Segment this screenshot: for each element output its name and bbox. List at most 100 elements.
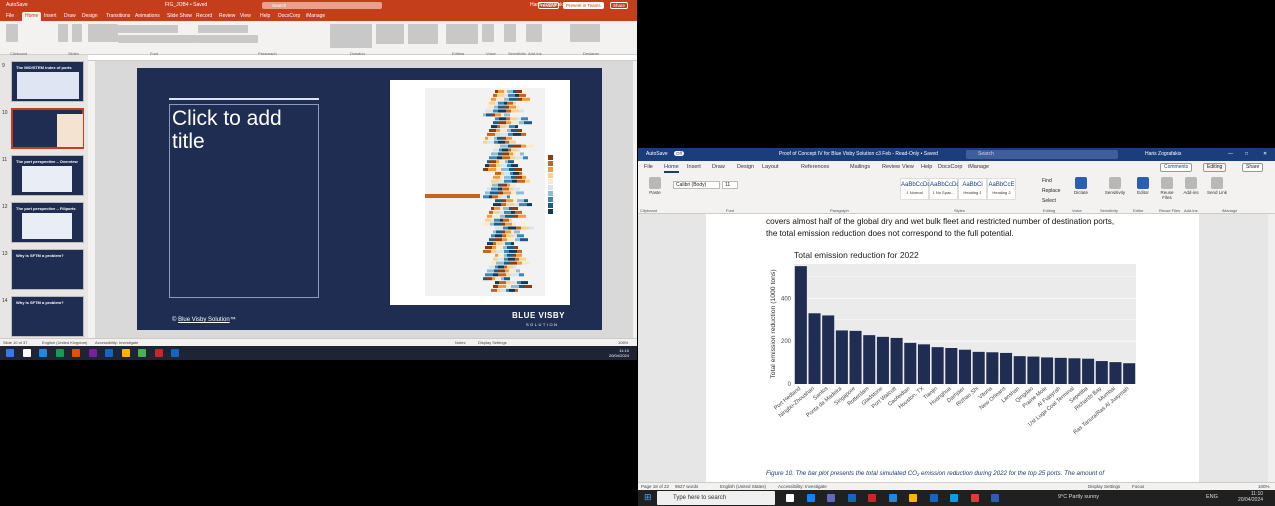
taskbar-app-icon[interactable] xyxy=(121,349,130,357)
word-tab-insert[interactable]: Insert xyxy=(687,164,701,170)
word-focus-button[interactable]: Focus xyxy=(1132,484,1144,489)
word-tab-help[interactable]: Help xyxy=(921,164,932,170)
ppt-tab-design[interactable]: Design xyxy=(82,13,98,19)
minimize-icon[interactable]: — xyxy=(1228,151,1233,157)
word-accessibility[interactable]: Accessibility: Investigate xyxy=(778,484,827,489)
ppt-tab-review[interactable]: Review xyxy=(219,13,235,19)
taskbar-app-icon[interactable] xyxy=(888,494,897,502)
editing-mode-button[interactable]: Editing xyxy=(1203,163,1227,172)
maximize-icon[interactable]: □ xyxy=(1245,151,1248,157)
ppt-tab-animations[interactable]: Animations xyxy=(135,13,160,19)
word-zoom-level[interactable]: 100% xyxy=(1258,484,1270,489)
slide-thumbnail[interactable] xyxy=(11,108,84,149)
taskbar-app-icon[interactable] xyxy=(55,349,64,357)
word-ribbon-button-paste[interactable]: Paste xyxy=(644,177,666,195)
word-search-input[interactable]: Search xyxy=(966,150,1118,159)
taskbar-app-icon[interactable] xyxy=(88,349,97,357)
word-tab-docscorp[interactable]: DocsCorp xyxy=(938,164,962,170)
word-ribbon-button-add-ins[interactable]: Add-ins xyxy=(1180,177,1202,195)
ppt-tab-record[interactable]: Record xyxy=(196,13,212,19)
close-icon[interactable]: ✕ xyxy=(1263,151,1267,157)
ppt-ribbon-control[interactable] xyxy=(198,25,248,33)
slide-thumbnail[interactable]: Why is SFTM a problem? xyxy=(11,296,84,337)
word-tab-view[interactable]: View xyxy=(902,164,914,170)
style-gallery-item[interactable]: AaBbCcDd 1 Normal xyxy=(900,178,931,200)
word-share-button[interactable]: Share xyxy=(1242,163,1264,172)
find-button[interactable]: Find xyxy=(1042,178,1052,184)
taskbar-app-icon[interactable] xyxy=(970,494,979,502)
ppt-tab-slide-show[interactable]: Slide Show xyxy=(167,13,192,19)
ppt-tab-file[interactable]: File xyxy=(6,13,14,19)
ppt-zoom-level[interactable]: 106% xyxy=(618,340,628,345)
ppt-share-button[interactable]: Share xyxy=(610,2,629,9)
taskbar-app-icon[interactable] xyxy=(991,494,999,502)
style-gallery-item[interactable]: AaBbCi Heading 1 xyxy=(958,178,987,200)
ppt-ribbon-control[interactable] xyxy=(570,24,600,42)
word-tab-references[interactable]: References xyxy=(801,164,829,170)
ppt-accessibility[interactable]: Accessibility: Investigate xyxy=(95,340,138,345)
taskbar-app-icon[interactable] xyxy=(138,349,146,357)
taskbar-app-icon[interactable] xyxy=(847,494,856,502)
ppt-tab-docscorp[interactable]: DocsCorp xyxy=(278,13,300,19)
slide-thumbnail[interactable]: The IMO/STEM index of ports xyxy=(11,61,84,102)
language-indicator[interactable]: ENG xyxy=(1206,494,1218,500)
ppt-tab-help[interactable]: Help xyxy=(260,13,270,19)
ppt-ribbon-control[interactable] xyxy=(330,24,372,48)
ppt-tab-draw[interactable]: Draw xyxy=(64,13,76,19)
replace-button[interactable]: Replace xyxy=(1042,188,1060,194)
taskbar-app-icon[interactable] xyxy=(171,349,179,357)
word-ribbon-button-editor[interactable]: Editor xyxy=(1132,177,1154,195)
slide-footer-link[interactable]: Blue Visby Solution xyxy=(178,317,230,323)
word-ribbon-button-send-link[interactable]: Send Link xyxy=(1206,177,1228,195)
ppt-ribbon-control[interactable] xyxy=(198,35,258,43)
word-tab-file[interactable]: File xyxy=(644,164,653,170)
font-name-field[interactable]: Calibri (Body) xyxy=(673,181,720,189)
ppt-tab-insert[interactable]: Insert xyxy=(44,13,57,19)
vertical-scrollbar[interactable] xyxy=(1268,214,1275,482)
taskbar-app-icon[interactable] xyxy=(950,494,958,502)
ppt-tab-view[interactable]: View xyxy=(240,13,251,19)
ppt-notes-button[interactable]: Notes xyxy=(455,340,465,345)
slide-thumbnail[interactable]: The port perspective – Fillports xyxy=(11,202,84,243)
ppt-ribbon-control[interactable] xyxy=(504,24,516,42)
ppt-autosave[interactable]: AutoSave xyxy=(6,2,28,8)
word-tab-layout[interactable]: Layout xyxy=(762,164,779,170)
taskbar-app-icon[interactable] xyxy=(806,494,815,502)
ppt-tab-imanage[interactable]: iManage xyxy=(306,13,325,19)
word-language[interactable]: English (United States) xyxy=(720,484,766,489)
taskbar-app-icon[interactable] xyxy=(22,349,31,357)
ppt-ribbon-control[interactable] xyxy=(526,24,542,42)
style-gallery-item[interactable]: AaBbCcDd 1 No Spac... xyxy=(929,178,960,200)
style-gallery-item[interactable]: AaBbCcE Heading 2 xyxy=(987,178,1016,200)
taskbar-app-icon[interactable] xyxy=(105,349,113,357)
ppt-ribbon-control[interactable] xyxy=(118,35,198,43)
ppt-ribbon-control[interactable] xyxy=(58,24,68,42)
word-tab-design[interactable]: Design xyxy=(737,164,754,170)
word-tab-home[interactable]: Home xyxy=(664,164,679,173)
ppt-tab-transitions[interactable]: Transitions xyxy=(106,13,130,19)
select-button[interactable]: Select xyxy=(1042,198,1056,204)
windows-start-icon[interactable]: ⊞ xyxy=(644,492,652,503)
ppt-display-settings[interactable]: Display Settings xyxy=(478,340,507,345)
word-autosave-toggle[interactable]: Off xyxy=(674,151,684,156)
taskbar-search-input[interactable]: Type here to search xyxy=(657,491,775,505)
word-count[interactable]: 9627 words xyxy=(675,484,698,489)
word-display-settings[interactable]: Display Settings xyxy=(1088,484,1120,489)
word-page-count[interactable]: Page 18 of 22 xyxy=(641,484,669,489)
ppt-search-input[interactable]: Search xyxy=(262,2,382,9)
slide-thumbnail[interactable]: Why is SFTM a problem? xyxy=(11,249,84,290)
ppt-ribbon-control[interactable] xyxy=(6,24,18,42)
slide-thumbnail[interactable]: The port perspective – Overview xyxy=(11,155,84,196)
ppt-ribbon-control[interactable] xyxy=(118,25,178,33)
document-body[interactable]: covers almost half of the global dry and… xyxy=(766,216,1146,240)
ppt-ribbon-control[interactable] xyxy=(408,24,438,44)
ppt-ribbon-control[interactable] xyxy=(88,24,118,42)
taskbar-app-icon[interactable] xyxy=(39,349,47,357)
ppt-language[interactable]: English (United Kingdom) xyxy=(42,340,87,345)
ppt-ribbon-control[interactable] xyxy=(72,24,82,42)
word-user[interactable]: Haris Zografakis xyxy=(1145,151,1181,157)
weather-widget[interactable]: 9°C Partly sunny xyxy=(1058,494,1099,500)
ppt-ribbon-control[interactable] xyxy=(446,24,478,44)
slide-heatmap-image[interactable] xyxy=(390,80,570,305)
taskbar-app-icon[interactable] xyxy=(786,494,794,502)
